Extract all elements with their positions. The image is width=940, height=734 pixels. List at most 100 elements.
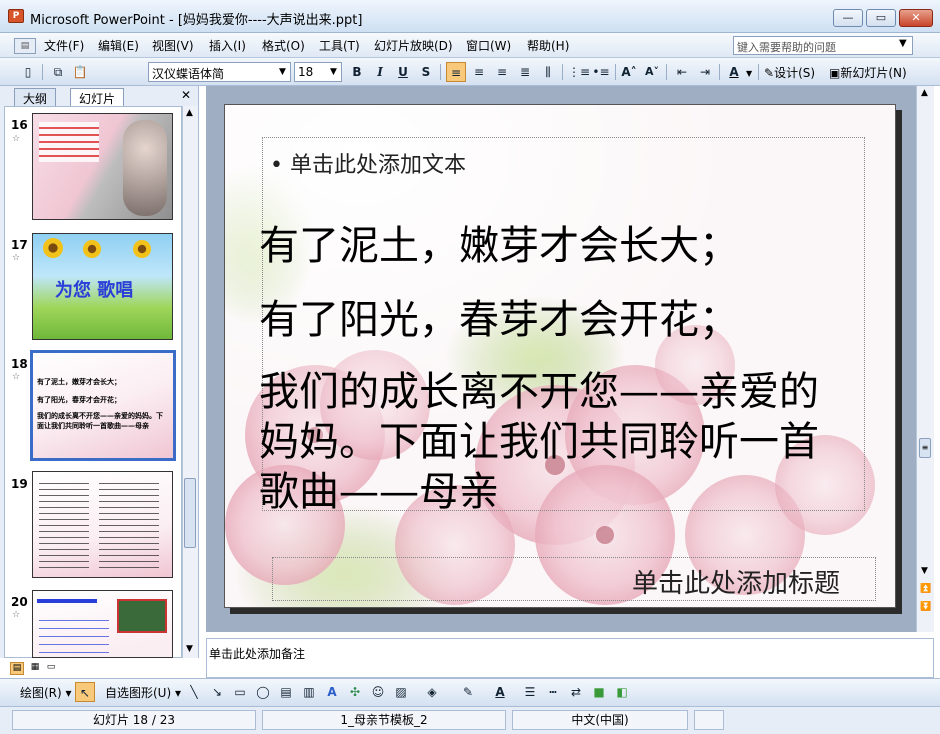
body-placeholder-hint[interactable]: • 单击此处添加文本 — [270, 147, 466, 179]
menu-help[interactable]: 帮助(H) — [527, 37, 569, 54]
select-pointer-icon[interactable]: ↖ — [75, 682, 95, 702]
chevron-down-icon[interactable]: ▼ — [746, 69, 752, 78]
slide-canvas[interactable]: • 单击此处添加文本 有了泥土，嫩芽才会长大； 有了阳光，春芽才会开花； 我们的… — [224, 104, 896, 608]
draw-menu-button[interactable]: 绘图(R) ▾ — [20, 684, 72, 701]
align-right-icon[interactable]: ≡ — [492, 62, 512, 82]
menu-edit[interactable]: 编辑(E) — [98, 37, 139, 54]
slide-text-line[interactable]: 妈妈。下面让我们共同聆听一首 — [259, 415, 819, 469]
vertical-textbox-icon[interactable]: ▥ — [299, 682, 319, 702]
autoshapes-button[interactable]: 自选图形(U) ▾ — [105, 684, 181, 701]
arrow-style-icon[interactable]: ⇄ — [566, 682, 586, 702]
scroll-thumb[interactable] — [184, 478, 196, 548]
slide-text-line[interactable]: 我们的成长离不开您——亲爱的 — [259, 365, 819, 419]
chevron-down-icon[interactable]: ▼ — [330, 67, 337, 77]
align-left-icon[interactable]: ≡ — [446, 62, 466, 82]
decrease-font-icon[interactable]: A˅ — [642, 62, 662, 82]
oval-icon[interactable]: ◯ — [253, 682, 273, 702]
scroll-thumb[interactable]: ≡ — [919, 438, 931, 458]
slide-text-line[interactable]: 有了泥土，嫩芽才会长大； — [259, 219, 739, 273]
justify-icon[interactable]: ≣ — [515, 62, 535, 82]
menu-slideshow[interactable]: 幻灯片放映(D) — [374, 37, 453, 54]
chevron-down-icon[interactable]: ▼ — [279, 67, 286, 77]
scroll-down-icon[interactable]: ▼ — [186, 644, 193, 654]
shadow-style-icon[interactable]: ■ — [589, 682, 609, 702]
design-icon: ✎ — [764, 66, 775, 80]
normal-view-icon[interactable]: ▤ — [10, 662, 24, 675]
rectangle-icon[interactable]: ▭ — [230, 682, 250, 702]
distributed-align-icon[interactable]: ⫼ — [538, 62, 558, 82]
help-search-input[interactable]: 键入需要帮助的问题 — [733, 36, 913, 55]
numbering-icon[interactable]: ⋮≡ — [568, 62, 590, 82]
decrease-indent-icon[interactable]: ⇤ — [672, 62, 692, 82]
wordart-icon[interactable]: A — [322, 682, 342, 702]
slide-text-line[interactable]: 有了阳光，春芽才会开花； — [259, 293, 739, 347]
paste-icon[interactable]: 📋 — [70, 62, 90, 82]
menu-format[interactable]: 格式(O) — [262, 37, 305, 54]
scroll-down-icon[interactable]: ▼ — [921, 566, 928, 576]
next-slide-icon[interactable]: ⏬ — [920, 602, 931, 612]
previous-slide-icon[interactable]: ⏫ — [920, 584, 931, 594]
bullets-icon[interactable]: •≡ — [591, 62, 611, 82]
slide-thumbnail-17[interactable]: 为您 歌唱 — [32, 233, 173, 340]
slide-text-line[interactable]: 歌曲——母亲 — [259, 465, 499, 519]
close-window-button[interactable]: ✕ — [899, 9, 933, 27]
slide-thumbnail-18[interactable]: 有了泥土，嫩芽才会长大； 有了阳光，春芽才会开花； 我们的成长离不开您——亲爱的… — [30, 350, 176, 461]
slide-thumbnail-16[interactable] — [32, 113, 173, 220]
fill-color-icon[interactable]: ◈ — [422, 682, 442, 702]
clipart-icon[interactable]: ☺ — [368, 682, 388, 702]
animation-star-icon: ☆ — [12, 134, 21, 144]
text-shadow-button[interactable]: S — [416, 62, 436, 82]
menu-file[interactable]: 文件(F) — [44, 37, 84, 54]
scroll-up-icon[interactable]: ▲ — [921, 88, 928, 98]
textbox-icon[interactable]: ▤ — [276, 682, 296, 702]
arrow-icon[interactable]: ↘ — [207, 682, 227, 702]
italic-button[interactable]: I — [370, 62, 390, 82]
increase-indent-icon[interactable]: ⇥ — [695, 62, 715, 82]
thumbnail-scrollbar[interactable]: ▲ ▼ — [182, 106, 198, 658]
picture-icon[interactable]: ▨ — [391, 682, 411, 702]
menu-tools[interactable]: 工具(T) — [319, 37, 360, 54]
underline-button[interactable]: U — [393, 62, 413, 82]
notes-placeholder[interactable]: 单击此处添加备注 — [209, 645, 305, 662]
new-slide-button[interactable]: ▣新幻灯片(N) — [829, 64, 907, 81]
new-document-icon[interactable]: ▯ — [18, 62, 38, 82]
menu-insert[interactable]: 插入(I) — [209, 37, 246, 54]
design-button[interactable]: ✎设计(S) — [764, 64, 815, 81]
notes-pane[interactable] — [206, 638, 934, 678]
slide-thumbnail-20[interactable] — [32, 590, 173, 658]
line-icon[interactable]: ╲ — [184, 682, 204, 702]
font-color-icon[interactable]: A — [490, 682, 510, 702]
chevron-down-icon[interactable]: ▼ — [899, 38, 907, 49]
animation-star-icon: ☆ — [12, 372, 21, 382]
slide-scrollbar[interactable]: ▲ ≡ ▼ ⏫ ⏬ — [916, 86, 934, 632]
font-name-combo[interactable]: 汉仪蝶语体简 — [148, 62, 291, 82]
font-name-value: 汉仪蝶语体简 — [152, 67, 225, 81]
align-center-icon[interactable]: ≡ — [469, 62, 489, 82]
line-style-icon[interactable]: ☰ — [520, 682, 540, 702]
slideshow-icon[interactable]: ▭ — [44, 662, 58, 675]
slide-thumbnail-19[interactable] — [32, 471, 173, 578]
scroll-up-icon[interactable]: ▲ — [186, 108, 193, 118]
text-lines — [99, 478, 159, 568]
separator — [758, 64, 759, 80]
document-icon[interactable]: ▤ — [14, 38, 36, 54]
bold-button[interactable]: B — [347, 62, 367, 82]
diagram-icon[interactable]: ✣ — [345, 682, 365, 702]
3d-style-icon[interactable]: ◧ — [612, 682, 632, 702]
line-color-icon[interactable]: ✎ — [458, 682, 478, 702]
copy-icon[interactable]: ⧉ — [48, 62, 68, 82]
title-bar: P Microsoft PowerPoint - [妈妈我爱你----大声说出来… — [0, 0, 940, 33]
tab-slides[interactable]: 幻灯片 — [70, 88, 125, 106]
dash-style-icon[interactable]: ┅ — [543, 682, 563, 702]
title-placeholder-text[interactable]: 单击此处添加标题 — [632, 563, 840, 600]
photo-image — [123, 120, 167, 216]
minimize-button[interactable]: — — [833, 9, 863, 27]
menu-window[interactable]: 窗口(W) — [466, 37, 511, 54]
slide-sorter-icon[interactable]: ▦ — [28, 662, 42, 675]
tab-outline[interactable]: 大纲 — [14, 88, 57, 106]
close-icon[interactable]: ✕ — [181, 88, 191, 102]
font-color-icon[interactable]: A — [724, 62, 744, 82]
maximize-button[interactable]: ▭ — [866, 9, 896, 27]
menu-view[interactable]: 视图(V) — [152, 37, 194, 54]
increase-font-icon[interactable]: A˄ — [619, 62, 639, 82]
